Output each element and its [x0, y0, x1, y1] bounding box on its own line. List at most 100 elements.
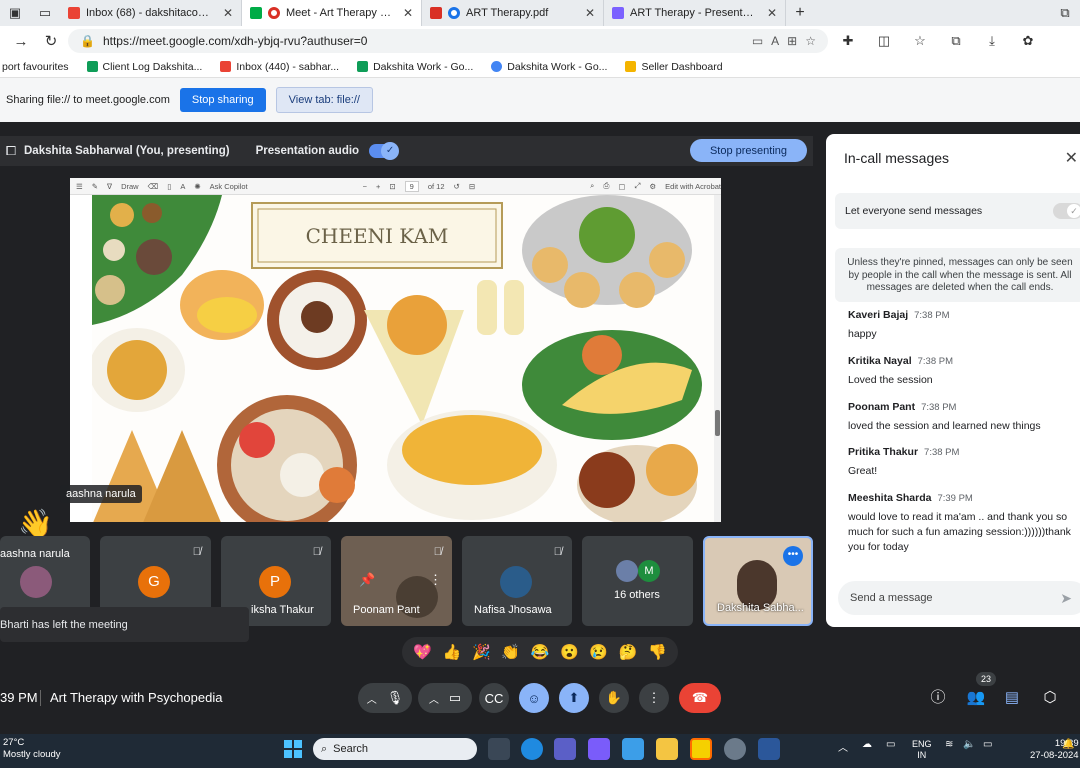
split-screen-icon[interactable]: ◫	[868, 33, 900, 49]
tab-gmail[interactable]: Inbox (68) - dakshitacounselling@ ✕	[60, 0, 242, 26]
favorite-star-icon[interactable]: ☆	[805, 34, 816, 48]
stop-presenting-button[interactable]: Stop presenting	[690, 139, 807, 162]
reaction-thumbs-up[interactable]: 👍	[443, 643, 462, 661]
reaction-sad[interactable]: 😢	[589, 643, 608, 661]
extension-icon[interactable]: ✿	[1012, 33, 1044, 49]
file-explorer-icon[interactable]	[656, 738, 678, 760]
emoji-reactions-button[interactable]: ☺	[519, 683, 549, 713]
workspaces-icon[interactable]: ▣	[0, 0, 30, 26]
extensions-icon[interactable]: ✚	[832, 33, 864, 49]
camera-button[interactable]: ︿ ▭	[418, 683, 472, 713]
settings-icon[interactable]: ⚙	[649, 182, 656, 191]
view-tab-button[interactable]: View tab: file://	[275, 87, 373, 113]
tab-actions-icon[interactable]: ▭	[30, 0, 60, 26]
reaction-party[interactable]: 🎉	[472, 643, 491, 661]
word-icon[interactable]	[758, 738, 780, 760]
favourite-item[interactable]: Inbox (440) - sabhar...	[220, 61, 339, 73]
fullscreen-icon[interactable]: ⤢	[634, 181, 640, 191]
draw-label[interactable]: Draw	[121, 182, 139, 191]
volume-icon[interactable]: 🔈	[963, 739, 975, 750]
battery-icon[interactable]: ▭	[983, 739, 992, 750]
reaction-heart[interactable]: 💖	[413, 643, 432, 661]
more-options-icon[interactable]: •••	[783, 546, 803, 566]
settings-icon[interactable]	[724, 738, 746, 760]
page-number-field[interactable]: 9	[404, 180, 419, 192]
stop-sharing-button[interactable]: Stop sharing	[179, 88, 266, 112]
task-view-icon[interactable]	[488, 738, 510, 760]
wifi-icon[interactable]: ≋	[945, 739, 953, 750]
app-icon[interactable]: ⊞	[787, 34, 797, 48]
raise-hand-button[interactable]: ✋	[599, 683, 629, 713]
weather-widget[interactable]: 27°C Mostly cloudy	[3, 737, 61, 761]
forward-icon[interactable]: →	[8, 28, 34, 54]
save-icon[interactable]: ▢	[618, 182, 625, 191]
close-icon[interactable]: ✕	[585, 6, 595, 20]
view-icon[interactable]: ▯	[167, 182, 171, 191]
chat-icon[interactable]: ▤	[1000, 686, 1024, 710]
zoom-in-icon[interactable]: +	[376, 182, 380, 191]
activities-icon[interactable]: ⬡	[1038, 686, 1062, 710]
more-options-button[interactable]: ⋮	[639, 683, 669, 713]
new-tab-icon[interactable]: +	[786, 4, 814, 22]
search-icon[interactable]: ⌕	[590, 181, 594, 191]
onedrive-icon[interactable]: ☁	[862, 739, 872, 750]
message-input[interactable]: Send a message	[838, 581, 1080, 615]
chevron-up-icon[interactable]: ︿	[367, 691, 377, 706]
chevron-up-icon[interactable]: ︿	[838, 739, 848, 754]
sticky-notes-icon[interactable]	[690, 738, 712, 760]
reaction-clap[interactable]: 👏	[501, 643, 520, 661]
favourite-item[interactable]: port favourites	[2, 61, 69, 73]
display-icon[interactable]: ▭	[886, 739, 895, 750]
reaction-thumbs-down[interactable]: 👎	[648, 643, 667, 661]
restore-window-icon[interactable]: ⧉	[1050, 0, 1080, 26]
edit-with-acrobat[interactable]: Edit with Acrobat	[665, 182, 721, 191]
reaction-surprised[interactable]: 😮	[560, 643, 579, 661]
favourite-item[interactable]: Dakshita Work - Go...	[357, 61, 473, 73]
pdf-scrollbar[interactable]	[714, 195, 721, 522]
tab-meet[interactable]: Meet - Art Therapy with Psyc ✕	[242, 0, 422, 26]
let-everyone-toggle[interactable]: ✓	[1053, 203, 1080, 219]
taskbar-search[interactable]: ⌕ Search	[313, 738, 477, 760]
captions-button[interactable]: CC	[479, 683, 509, 713]
chevron-up-icon[interactable]: ︿	[429, 691, 439, 706]
participant-tile[interactable]: 🎙̸ Nafisa Jhosawa	[462, 536, 572, 626]
close-icon[interactable]: ✕	[403, 6, 413, 20]
highlight-icon[interactable]: ✎	[92, 182, 98, 191]
camera-icon[interactable]: ▭	[752, 34, 763, 48]
print-icon[interactable]: ⎙	[603, 181, 609, 191]
ask-copilot-label[interactable]: Ask Copilot	[210, 182, 248, 191]
favorites-icon[interactable]: ☆	[904, 33, 936, 49]
tab-pdf[interactable]: ART Therapy.pdf ✕	[422, 0, 604, 26]
eraser-icon[interactable]: ⌫	[148, 182, 159, 191]
read-aloud-icon[interactable]: A	[180, 182, 185, 191]
rotate-icon[interactable]: ↺	[454, 182, 460, 191]
draw-icon[interactable]: ∇	[107, 182, 112, 191]
copilot-icon[interactable]	[588, 738, 610, 760]
reaction-laugh[interactable]: 😂	[531, 643, 550, 661]
scrollbar-thumb[interactable]	[715, 410, 720, 436]
pin-icon[interactable]: 📌	[359, 572, 375, 588]
favourite-item[interactable]: Client Log Dakshita...	[86, 61, 202, 73]
close-icon[interactable]: ✕	[223, 6, 233, 20]
more-options-icon[interactable]: ⋮	[429, 572, 442, 588]
notification-bell-icon[interactable]: 🔔	[1062, 739, 1074, 750]
meeting-info-icon[interactable]: ⓘ	[926, 686, 950, 710]
downloads-icon[interactable]: ⤓	[976, 33, 1008, 49]
refresh-icon[interactable]: ↻	[38, 28, 64, 54]
favourite-item[interactable]: Dakshita Work - Go...	[491, 61, 607, 73]
participant-tile[interactable]: 🎙̸ 📌 ⋮ Poonam Pant	[341, 536, 452, 626]
microphone-button[interactable]: ︿ 🎙	[358, 683, 412, 713]
teams-icon[interactable]	[554, 738, 576, 760]
site-info-icon[interactable]: 🔒	[80, 34, 95, 48]
participant-tile-others[interactable]: M 16 others	[582, 536, 693, 626]
close-icon[interactable]: ✕	[1065, 148, 1078, 168]
store-icon[interactable]	[622, 738, 644, 760]
close-icon[interactable]: ✕	[767, 6, 777, 20]
tab-presentation[interactable]: ART Therapy - Presentation ✕	[604, 0, 786, 26]
read-aloud-icon[interactable]: A	[771, 34, 779, 48]
url-field[interactable]: 🔒 https://meet.google.com/xdh-ybjq-rvu?a…	[68, 29, 828, 53]
presentation-audio-toggle[interactable]: ✓	[369, 142, 400, 160]
people-icon[interactable]: 👥	[964, 686, 988, 710]
leave-call-button[interactable]: ☎	[679, 683, 721, 713]
reaction-thinking[interactable]: 🤔	[619, 643, 638, 661]
